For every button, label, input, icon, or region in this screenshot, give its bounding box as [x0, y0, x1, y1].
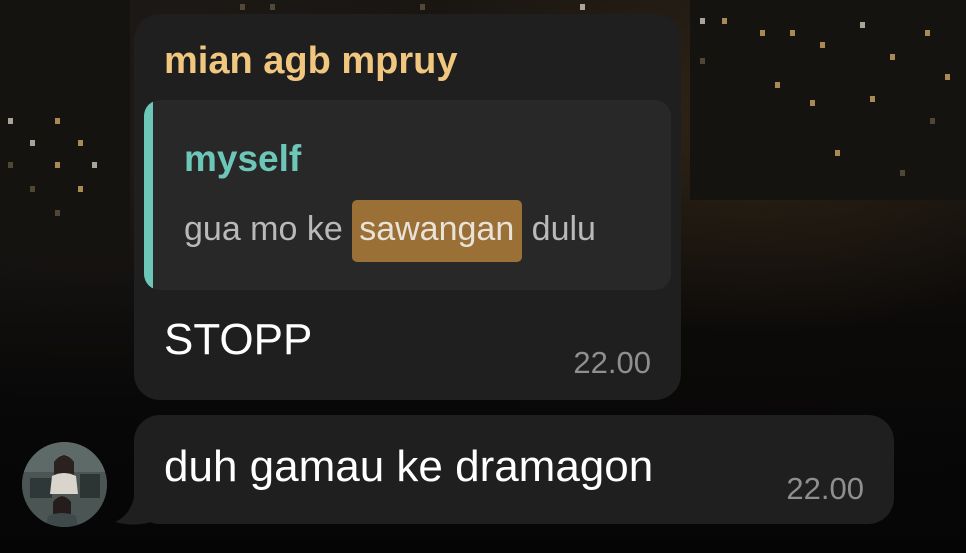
wallpaper-window	[55, 210, 60, 216]
wallpaper-window	[870, 96, 875, 102]
message-text: duh gamau ke dramagon	[164, 442, 654, 491]
wallpaper-window	[55, 162, 60, 168]
wallpaper-window	[945, 74, 950, 80]
wallpaper-window	[930, 118, 935, 124]
wallpaper-window	[8, 118, 13, 124]
wallpaper-window	[760, 30, 765, 36]
quoted-reply[interactable]: myself gua mo ke sawangan dulu	[144, 100, 671, 290]
message-bubble-reply[interactable]: mian agb mpruy myself gua mo ke sawangan…	[134, 14, 681, 400]
wallpaper-window	[240, 4, 245, 10]
wallpaper-window	[790, 30, 795, 36]
wallpaper-window	[890, 54, 895, 60]
wallpaper-window	[820, 42, 825, 48]
wallpaper-window	[270, 4, 275, 10]
wallpaper-window	[700, 18, 705, 24]
quoted-text-after: dulu	[522, 210, 596, 248]
quoted-text-before: gua mo ke	[184, 210, 353, 248]
wallpaper-window	[30, 140, 35, 146]
message-text: STOPP	[164, 315, 313, 364]
wallpaper-window	[420, 4, 425, 10]
wallpaper-window	[722, 18, 727, 24]
quoted-author: myself	[184, 138, 302, 179]
wallpaper-window	[900, 170, 905, 176]
wallpaper-window	[925, 30, 930, 36]
quote-accent-bar	[144, 100, 153, 290]
wallpaper-window	[835, 150, 840, 156]
message-timestamp: 22.00	[573, 345, 651, 380]
quoted-text: gua mo ke sawangan dulu	[184, 200, 596, 262]
wallpaper-window	[78, 140, 83, 146]
wallpaper-window	[810, 100, 815, 106]
wallpaper-window	[78, 186, 83, 192]
wallpaper-window	[8, 162, 13, 168]
sender-name[interactable]: mian agb mpruy	[164, 40, 458, 83]
message-timestamp: 22.00	[786, 471, 864, 506]
avatar-photo-icon	[22, 442, 107, 527]
message-bubble[interactable]: duh gamau ke dramagon 22.00	[134, 415, 894, 524]
wallpaper-window	[775, 82, 780, 88]
wallpaper-window	[860, 22, 865, 28]
wallpaper-window	[92, 162, 97, 168]
wallpaper-building	[0, 0, 130, 260]
wallpaper-window	[55, 118, 60, 124]
wallpaper-window	[30, 186, 35, 192]
quoted-highlight: sawangan	[352, 200, 523, 262]
wallpaper-window	[700, 58, 705, 64]
sender-avatar[interactable]	[22, 442, 107, 527]
wallpaper-window	[580, 4, 585, 10]
